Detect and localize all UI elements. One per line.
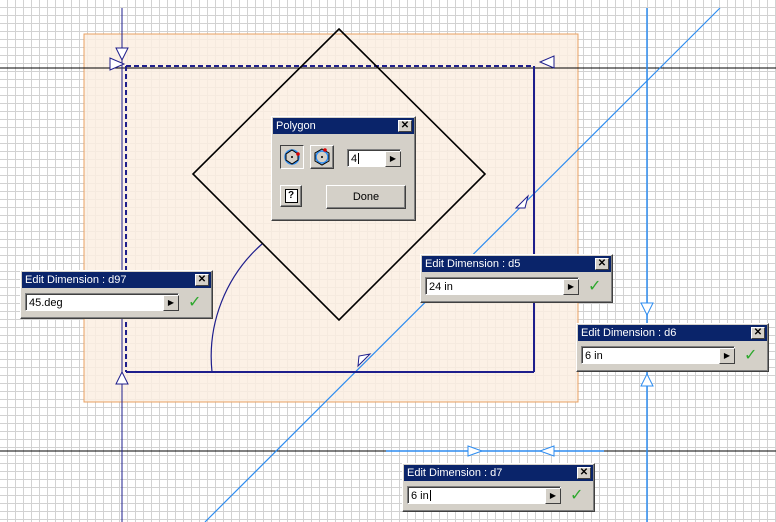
dropdown-arrow-icon[interactable]: ▶ [719, 348, 735, 364]
close-icon[interactable]: ✕ [577, 467, 591, 479]
dropdown-arrow-icon[interactable]: ▶ [163, 295, 179, 311]
polygon-dialog-titlebar[interactable]: Polygon ✕ [273, 118, 414, 134]
edit-dimension-d7-dialog: Edit Dimension : d7 ✕ 6 in ▶ ✓ [402, 463, 595, 512]
accept-check-icon[interactable]: ✓ [188, 294, 201, 310]
accept-check-icon[interactable]: ✓ [744, 347, 757, 363]
dimension-value-input[interactable]: 24 in [425, 277, 579, 295]
edit-dimension-d6-dialog: Edit Dimension : d6 ✕ 6 in ▶ ✓ [576, 323, 769, 372]
dialog-titlebar[interactable]: Edit Dimension : d7 ✕ [404, 465, 593, 481]
dialog-titlebar[interactable]: Edit Dimension : d6 ✕ [578, 325, 767, 341]
dialog-title: Edit Dimension : d97 [25, 274, 127, 286]
close-icon[interactable]: ✕ [595, 258, 609, 270]
circumscribed-button[interactable] [310, 145, 334, 169]
dimension-value: 6 in [411, 490, 429, 502]
dimension-value: 24 in [429, 281, 453, 293]
dimension-arrow [640, 372, 654, 387]
dimension-arrow [467, 445, 484, 457]
help-button[interactable]: ? [280, 185, 302, 207]
dialog-titlebar[interactable]: Edit Dimension : d97 ✕ [22, 272, 211, 288]
dialog-title: Edit Dimension : d7 [407, 467, 503, 479]
dimension-value: 45.deg [29, 297, 63, 309]
dimension-value-input[interactable]: 45.deg [25, 293, 179, 311]
edit-dimension-d5-dialog: Edit Dimension : d5 ✕ 24 in ▶ ✓ [420, 254, 613, 303]
done-button[interactable]: Done [326, 185, 406, 209]
help-icon: ? [284, 189, 298, 203]
polygon-inscribed-icon [284, 149, 300, 165]
dialog-title: Edit Dimension : d5 [425, 258, 521, 270]
sketch-geometry[interactable] [0, 0, 776, 522]
dimension-arrow [640, 302, 654, 317]
sketch-canvas[interactable] [0, 0, 776, 522]
edit-dimension-d97-dialog: Edit Dimension : d97 ✕ 45.deg ▶ ✓ [20, 270, 213, 319]
text-caret [358, 153, 360, 164]
dropdown-arrow-icon[interactable]: ▶ [563, 279, 579, 295]
dimension-value: 6 in [585, 350, 603, 362]
dimension-value-input[interactable]: 6 in [581, 346, 735, 364]
dimension-value-input[interactable]: 6 in [407, 486, 561, 504]
accept-check-icon[interactable]: ✓ [570, 487, 583, 503]
polygon-circumscribed-icon [314, 148, 330, 166]
dialog-title: Edit Dimension : d6 [581, 327, 677, 339]
dimension-arrow [538, 445, 555, 457]
sides-value: 4 [351, 153, 358, 165]
close-icon[interactable]: ✕ [751, 327, 765, 339]
close-icon[interactable]: ✕ [398, 120, 412, 132]
accept-check-icon[interactable]: ✓ [588, 278, 601, 294]
sides-dropdown-button[interactable]: ▶ [385, 151, 401, 167]
close-icon[interactable]: ✕ [195, 274, 209, 286]
dialog-titlebar[interactable]: Edit Dimension : d5 ✕ [422, 256, 611, 272]
polygon-dialog: Polygon ✕ 4 ▶ ? Done [271, 116, 416, 221]
polygon-dialog-title: Polygon [276, 120, 316, 132]
inscribed-button[interactable] [280, 145, 304, 169]
dropdown-arrow-icon[interactable]: ▶ [545, 488, 561, 504]
text-caret [429, 490, 431, 501]
